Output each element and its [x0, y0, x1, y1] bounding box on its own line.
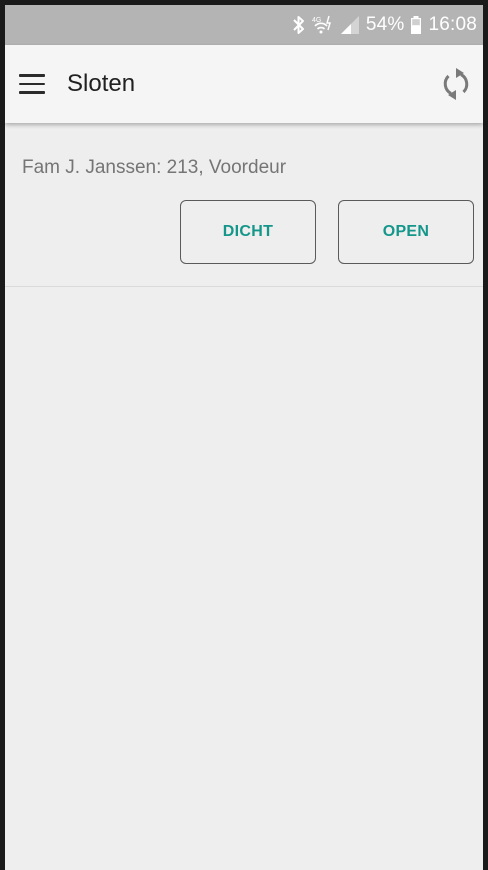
close-lock-button[interactable]: DICHT	[180, 200, 316, 264]
list-item: Fam J. Janssen: 213, Voordeur DICHT OPEN	[5, 123, 483, 287]
mobile-data-icon: 4G	[312, 14, 334, 36]
page-title: Sloten	[67, 70, 136, 97]
phone-screen: 4G 54% 16:08 Sloten Fam J. Janssen: 213,…	[0, 0, 488, 870]
sync-icon[interactable]	[439, 67, 473, 101]
status-bar: 4G 54% 16:08	[5, 5, 483, 45]
battery-icon	[410, 14, 422, 36]
open-lock-button[interactable]: OPEN	[338, 200, 474, 264]
clock: 16:08	[428, 14, 477, 35]
signal-icon	[340, 14, 360, 36]
lock-name: Fam J. Janssen: 213, Voordeur	[22, 157, 287, 178]
app-bar: Sloten	[5, 45, 483, 123]
bluetooth-icon	[292, 14, 306, 36]
battery-percent: 54%	[365, 14, 405, 35]
menu-icon[interactable]	[19, 74, 45, 94]
